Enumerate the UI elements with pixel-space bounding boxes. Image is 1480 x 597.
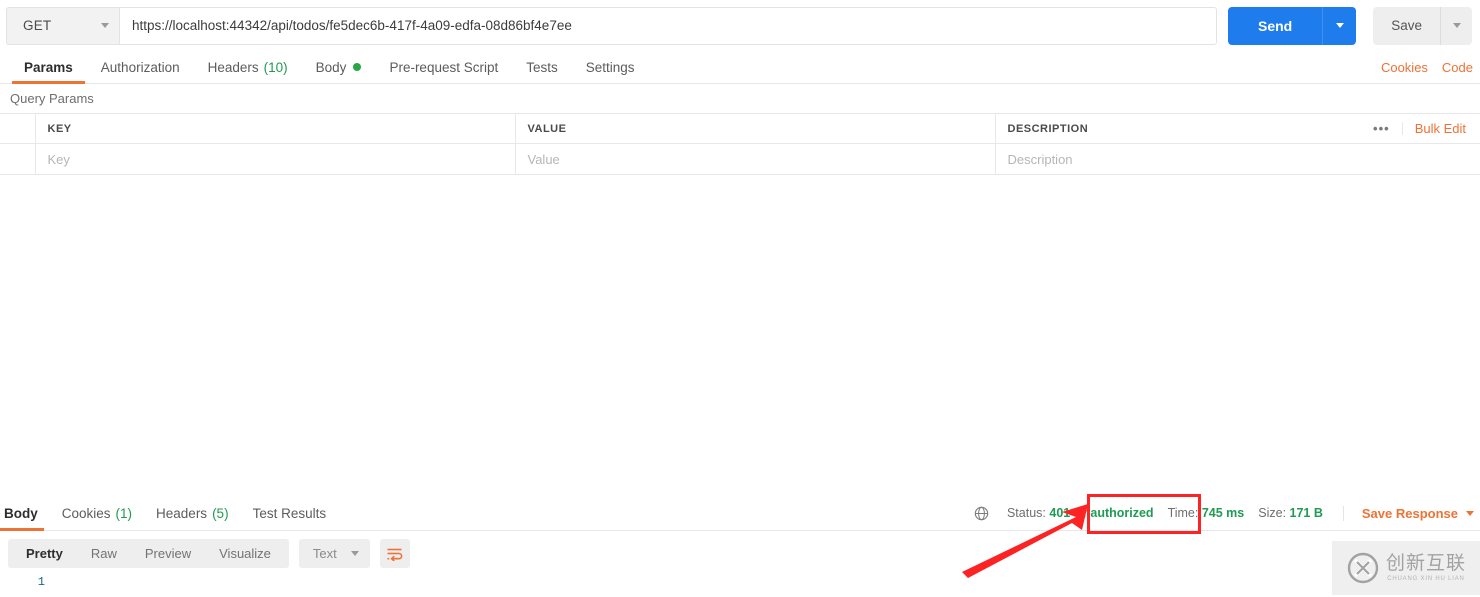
tab-tests[interactable]: Tests <box>512 51 572 83</box>
tab-body[interactable]: Body <box>302 51 376 83</box>
body-present-dot-icon <box>353 63 362 71</box>
tab-count: (10) <box>263 59 288 75</box>
tab-headers[interactable]: Headers (10) <box>194 51 302 83</box>
tab-label: Headers <box>156 505 208 521</box>
status-badge: 401 Unauthorized <box>1049 506 1154 520</box>
http-method-label: GET <box>23 18 52 33</box>
line-number: 1 <box>37 575 45 589</box>
watermark-logo: 创新互联 CHUANG XIN HU LIAN <box>1332 541 1480 595</box>
param-description-input[interactable]: Description <box>995 143 1480 175</box>
send-button[interactable]: Send <box>1227 6 1323 45</box>
cookies-link[interactable]: Cookies <box>1374 60 1435 75</box>
tab-label: Params <box>24 59 73 75</box>
response-tab-cookies[interactable]: Cookies (1) <box>50 496 144 531</box>
bulk-edit-link[interactable]: Bulk Edit <box>1403 121 1480 136</box>
response-bar: Body Cookies (1) Headers (5) Test Result… <box>0 496 1480 531</box>
response-tab-headers[interactable]: Headers (5) <box>144 496 241 531</box>
chevron-down-icon <box>350 551 359 556</box>
response-tab-body[interactable]: Body <box>0 496 50 531</box>
save-response-button[interactable]: Save Response <box>1342 505 1474 521</box>
view-mode-raw[interactable]: Raw <box>77 539 131 568</box>
request-url-bar: GET https://localhost:44342/api/todos/fe… <box>0 0 1480 51</box>
tab-label: Authorization <box>100 59 180 75</box>
chevron-down-icon <box>1335 23 1344 28</box>
view-mode-visualize[interactable]: Visualize <box>205 539 285 568</box>
response-view-mode-group: Pretty Raw Preview Visualize <box>8 539 289 568</box>
view-mode-preview[interactable]: Preview <box>131 539 205 568</box>
query-params-table: KEY VALUE DESCRIPTION ••• Bulk Edit Key … <box>0 113 1480 175</box>
word-wrap-icon <box>387 548 403 561</box>
response-format-select[interactable]: Text <box>298 539 370 568</box>
chevron-down-icon <box>1466 510 1474 516</box>
tab-label: Pre-request Script <box>389 59 499 75</box>
save-button-group: Save <box>1373 6 1472 45</box>
response-body-code: 1 <box>0 575 45 589</box>
tab-label: Body <box>4 505 38 521</box>
http-method-select[interactable]: GET <box>6 6 119 45</box>
row-checkbox-cell[interactable] <box>0 143 36 175</box>
query-params-title: Query Params <box>10 91 94 106</box>
send-options-button[interactable] <box>1322 6 1357 45</box>
chevron-down-icon <box>1452 23 1461 28</box>
tab-label: Body <box>315 59 347 75</box>
code-link[interactable]: Code <box>1435 60 1480 75</box>
table-row: Key Value Description <box>0 143 1480 175</box>
column-header-description-label: DESCRIPTION <box>1007 122 1089 135</box>
time-value: 745 ms <box>1201 506 1245 520</box>
request-tabs-right-links: Cookies Code <box>1374 51 1480 83</box>
column-header-key: KEY <box>35 113 516 144</box>
word-wrap-button[interactable] <box>379 539 410 568</box>
param-key-input[interactable]: Key <box>35 143 516 175</box>
tab-pre-request-script[interactable]: Pre-request Script <box>375 51 512 83</box>
size-label: Size: <box>1258 506 1287 520</box>
column-header-value: VALUE <box>515 113 996 144</box>
tab-count: (5) <box>212 505 229 521</box>
response-tab-test-results[interactable]: Test Results <box>241 496 339 531</box>
tab-label: Tests <box>526 59 558 75</box>
status-item: Status: 401 Unauthorized <box>1007 506 1154 520</box>
globe-icon[interactable] <box>974 506 989 521</box>
watermark-en-text: CHUANG XIN HU LIAN <box>1387 576 1465 582</box>
request-tabs: Params Authorization Headers (10) Body P… <box>0 51 1480 84</box>
tab-authorization[interactable]: Authorization <box>87 51 194 83</box>
table-header-row: KEY VALUE DESCRIPTION ••• Bulk Edit <box>0 113 1480 144</box>
tab-label: Cookies <box>61 505 111 521</box>
view-mode-pretty[interactable]: Pretty <box>12 539 77 568</box>
tab-label: Test Results <box>252 505 327 521</box>
response-meta: Status: 401 Unauthorized Time: 745 ms Si… <box>974 505 1480 521</box>
tab-label: Settings <box>585 59 635 75</box>
tab-params[interactable]: Params <box>10 51 87 84</box>
time-item: Time: 745 ms <box>1168 506 1245 520</box>
url-input[interactable]: https://localhost:44342/api/todos/fe5dec… <box>119 6 1217 45</box>
save-options-button[interactable] <box>1440 6 1472 45</box>
param-value-input[interactable]: Value <box>515 143 996 175</box>
size-value: 171 B <box>1289 506 1323 520</box>
tab-settings[interactable]: Settings <box>572 51 649 83</box>
save-response-label: Save Response <box>1361 505 1458 521</box>
time-label: Time: <box>1167 506 1199 520</box>
watermark-text: 创新互联 CHUANG XIN HU LIAN <box>1385 552 1466 583</box>
response-tabs: Body Cookies (1) Headers (5) Test Result… <box>0 496 338 531</box>
response-format-label: Text <box>312 546 337 561</box>
more-options-icon[interactable]: ••• <box>1361 122 1403 135</box>
status-label: Status: <box>1006 506 1046 520</box>
column-header-description: DESCRIPTION ••• Bulk Edit <box>995 114 1480 144</box>
watermark-mark-icon <box>1347 552 1379 584</box>
tab-label: Headers <box>207 59 259 75</box>
watermark-cn-text: 创新互联 <box>1385 552 1466 574</box>
save-button[interactable]: Save <box>1373 6 1440 45</box>
send-button-group: Send <box>1227 6 1357 45</box>
response-body-toolbar: Pretty Raw Preview Visualize Text <box>0 539 410 568</box>
size-item: Size: 171 B <box>1258 506 1323 520</box>
tab-count: (1) <box>115 505 133 521</box>
chevron-down-icon <box>101 23 109 28</box>
empty-request-area <box>0 175 1480 475</box>
select-all-cell <box>0 113 36 144</box>
